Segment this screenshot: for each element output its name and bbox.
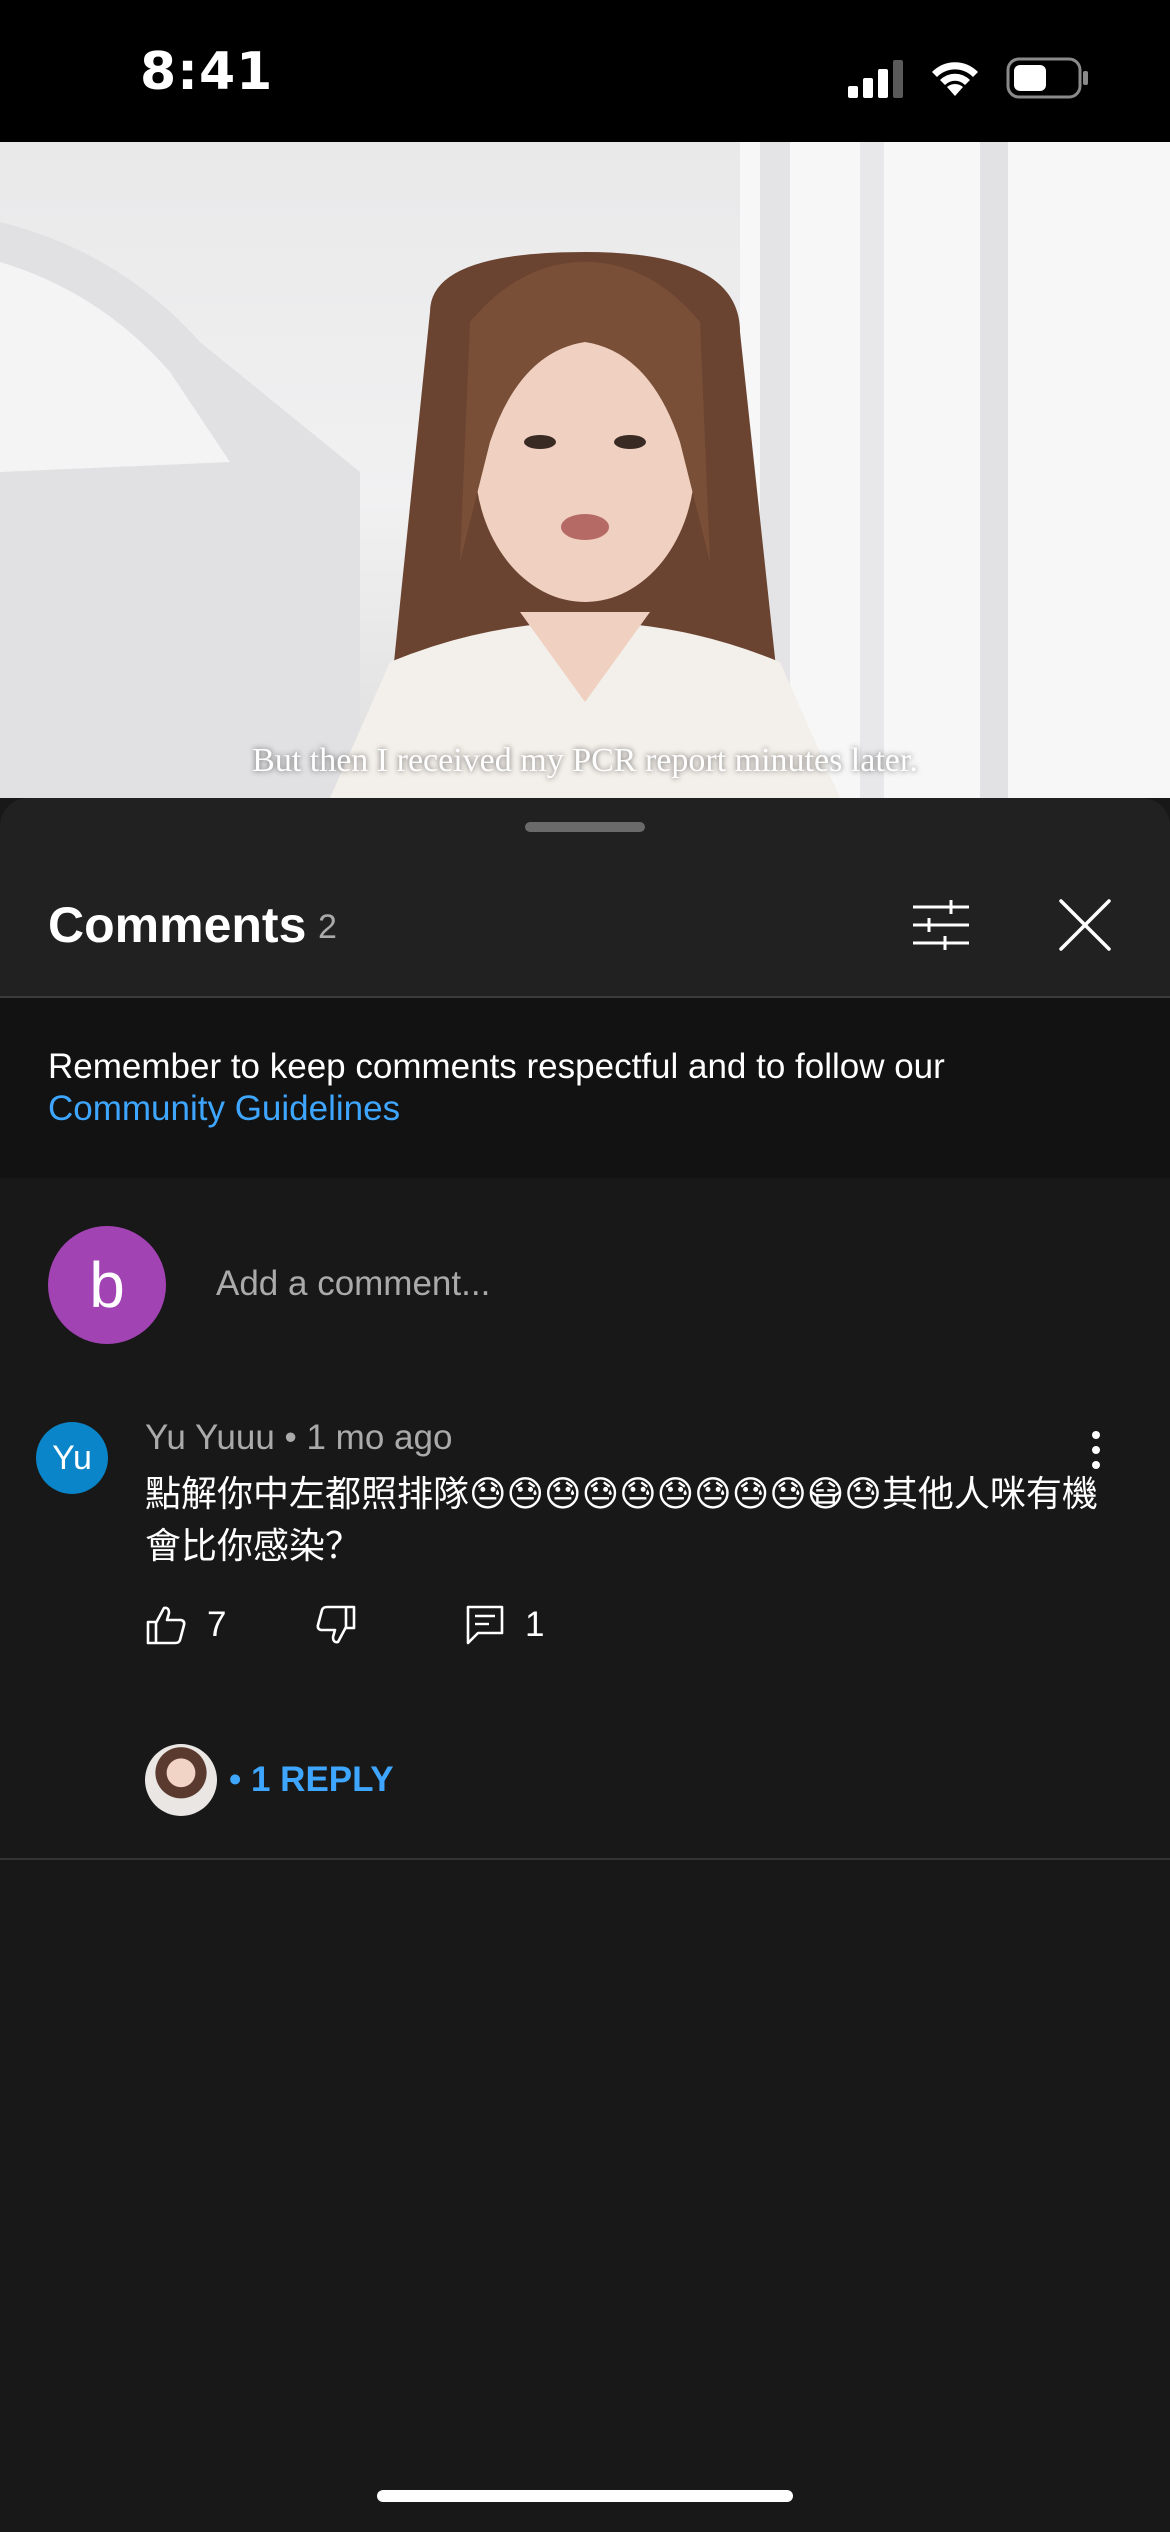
- comment-text: 點解你中左都照排隊😓😓😓😓😓😓😓😓😓😷😓其他人咪有機會比你感染？: [145, 1473, 1098, 1566]
- video-caption: But then I received my PCR report minute…: [252, 742, 918, 779]
- view-replies-link[interactable]: • 1 REPLY: [229, 1760, 394, 1800]
- wifi-icon: [932, 62, 978, 96]
- battery-icon: [1006, 57, 1088, 99]
- user-avatar[interactable]: b: [48, 1226, 166, 1344]
- close-icon: [1059, 899, 1111, 951]
- thumbs-up-icon: [146, 1606, 186, 1645]
- more-vertical-icon: [1092, 1431, 1100, 1469]
- video-frame: [0, 142, 1170, 798]
- filter-button[interactable]: [906, 890, 976, 960]
- notice-text: Remember to keep comments respectful and…: [48, 1047, 945, 1086]
- add-comment-input[interactable]: Add a comment...: [216, 1264, 490, 1304]
- status-bar: 8:41: [0, 0, 1170, 142]
- comment-meta: Yu Yuuu • 1 mo ago: [145, 1418, 453, 1457]
- comments-count: 2: [318, 908, 337, 946]
- video-player[interactable]: But then I received my PCR report minute…: [0, 142, 1170, 798]
- comment-icon: [466, 1605, 504, 1645]
- home-indicator: [377, 2490, 793, 2502]
- reply-count: 1: [525, 1605, 545, 1644]
- dislike-button[interactable]: [315, 1604, 357, 1646]
- comments-title: Comments: [48, 897, 307, 953]
- community-notice: Remember to keep comments respectful and…: [0, 998, 1170, 1178]
- cellular-signal-icon: [848, 60, 903, 98]
- comment-list: Yu Yu Yuuu • 1 mo ago 點解你中左都照排隊😓😓😓😓😓😓😓😓😓…: [0, 1370, 1170, 2532]
- community-guidelines-link[interactable]: Community Guidelines: [48, 1088, 1128, 1130]
- reply-button[interactable]: 1: [465, 1604, 544, 1646]
- drag-handle[interactable]: [525, 822, 645, 832]
- status-time: 8:41: [140, 42, 274, 102]
- close-button[interactable]: [1050, 890, 1120, 960]
- like-button[interactable]: 7: [145, 1604, 226, 1646]
- view-replies[interactable]: • 1 REPLY: [145, 1744, 394, 1816]
- comment-divider: [0, 1858, 1170, 1860]
- status-icons: [848, 56, 1090, 100]
- commenter-avatar[interactable]: Yu: [36, 1422, 108, 1494]
- sliders-icon: [913, 900, 969, 950]
- thumbs-down-icon: [316, 1605, 356, 1644]
- comments-sheet: Comments 2 Remember to keep comments res…: [0, 798, 1170, 2532]
- comment-composer: b Add a comment...: [0, 1178, 1170, 1370]
- like-count: 7: [207, 1605, 227, 1644]
- reply-author-avatar: [145, 1744, 217, 1816]
